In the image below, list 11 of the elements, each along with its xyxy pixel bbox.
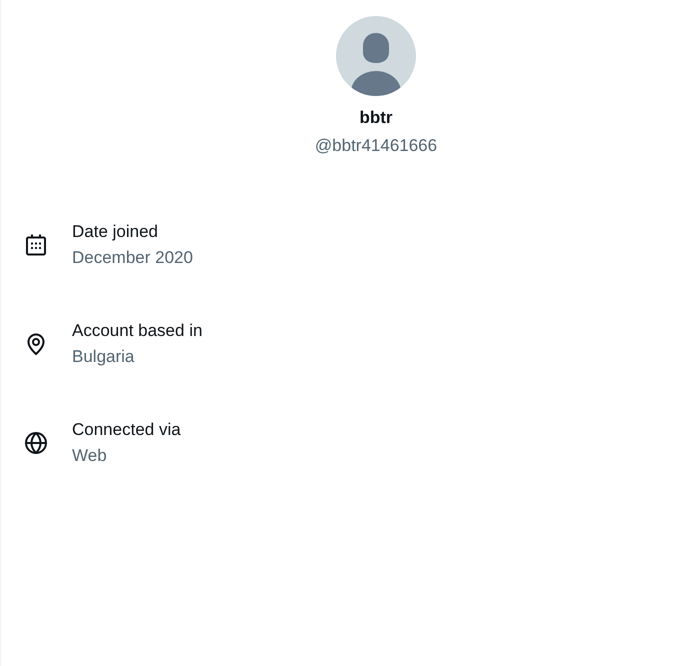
globe-icon [24, 431, 48, 455]
detail-value: December 2020 [72, 248, 193, 268]
profile-name: bbtr [359, 108, 393, 128]
detail-label: Account based in [72, 321, 202, 341]
detail-label: Date joined [72, 222, 160, 242]
default-avatar-icon [336, 16, 416, 96]
profile-handle: @bbtr41461666 [314, 136, 438, 156]
calendar-icon [24, 233, 48, 257]
detail-value: Bulgaria [72, 347, 136, 367]
detail-value: Web [72, 446, 108, 466]
detail-label: Connected via [72, 420, 181, 440]
